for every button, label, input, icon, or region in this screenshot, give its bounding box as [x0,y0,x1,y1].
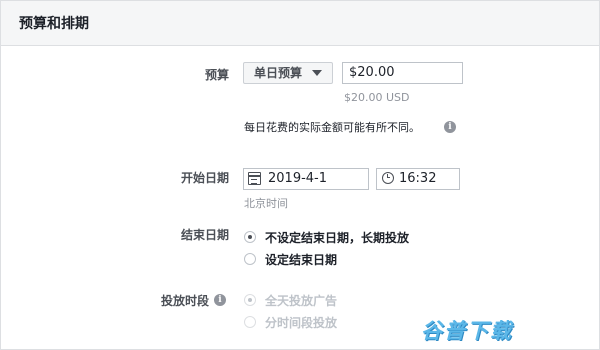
info-icon[interactable]: i [444,121,456,133]
start-time-value: 16:32 [399,171,437,186]
radio-set-end-date[interactable] [244,253,256,265]
budget-type-dropdown[interactable]: 单日预算 [243,62,333,84]
radio-time-slots[interactable] [244,316,256,328]
schedule-label: 投放时段 [160,294,209,308]
all-day-label: 全天投放广告 [265,294,338,308]
budget-type-label: 单日预算 [254,66,303,80]
budget-amount-input[interactable]: $20.00 [342,62,463,84]
time-slots-label: 分时间段投放 [265,316,338,330]
no-end-date-label[interactable]: 不设定结束日期，长期投放 [265,229,409,246]
start-time-input[interactable]: 16:32 [376,168,460,190]
budget-schedule-panel: 预算和排期 预算 单日预算 $20.00 $20.00 USD 每日花费的实际金… [0,0,600,350]
calendar-icon [248,172,261,185]
end-date-label: 结束日期 [180,228,229,242]
section-header: 预算和排期 [1,1,599,46]
start-date-input[interactable]: 2019-4-1 [243,168,369,190]
start-date-label: 开始日期 [180,171,229,185]
set-end-date-label[interactable]: 设定结束日期 [265,251,337,268]
timezone-label: 北京时间 [244,197,288,210]
caret-down-icon [312,70,322,76]
section-title: 预算和排期 [19,16,89,32]
budget-label: 预算 [204,68,229,82]
clock-icon [382,172,394,184]
start-date-value: 2019-4-1 [268,171,328,186]
info-icon[interactable]: i [214,294,226,306]
budget-note: 每日花费的实际金额可能有所不同。 [244,121,420,134]
budget-amount-hint: $20.00 USD [344,91,410,104]
radio-no-end-date[interactable] [244,231,256,243]
radio-all-day[interactable] [244,294,256,306]
watermark-logo: 谷普下载 [421,319,513,343]
